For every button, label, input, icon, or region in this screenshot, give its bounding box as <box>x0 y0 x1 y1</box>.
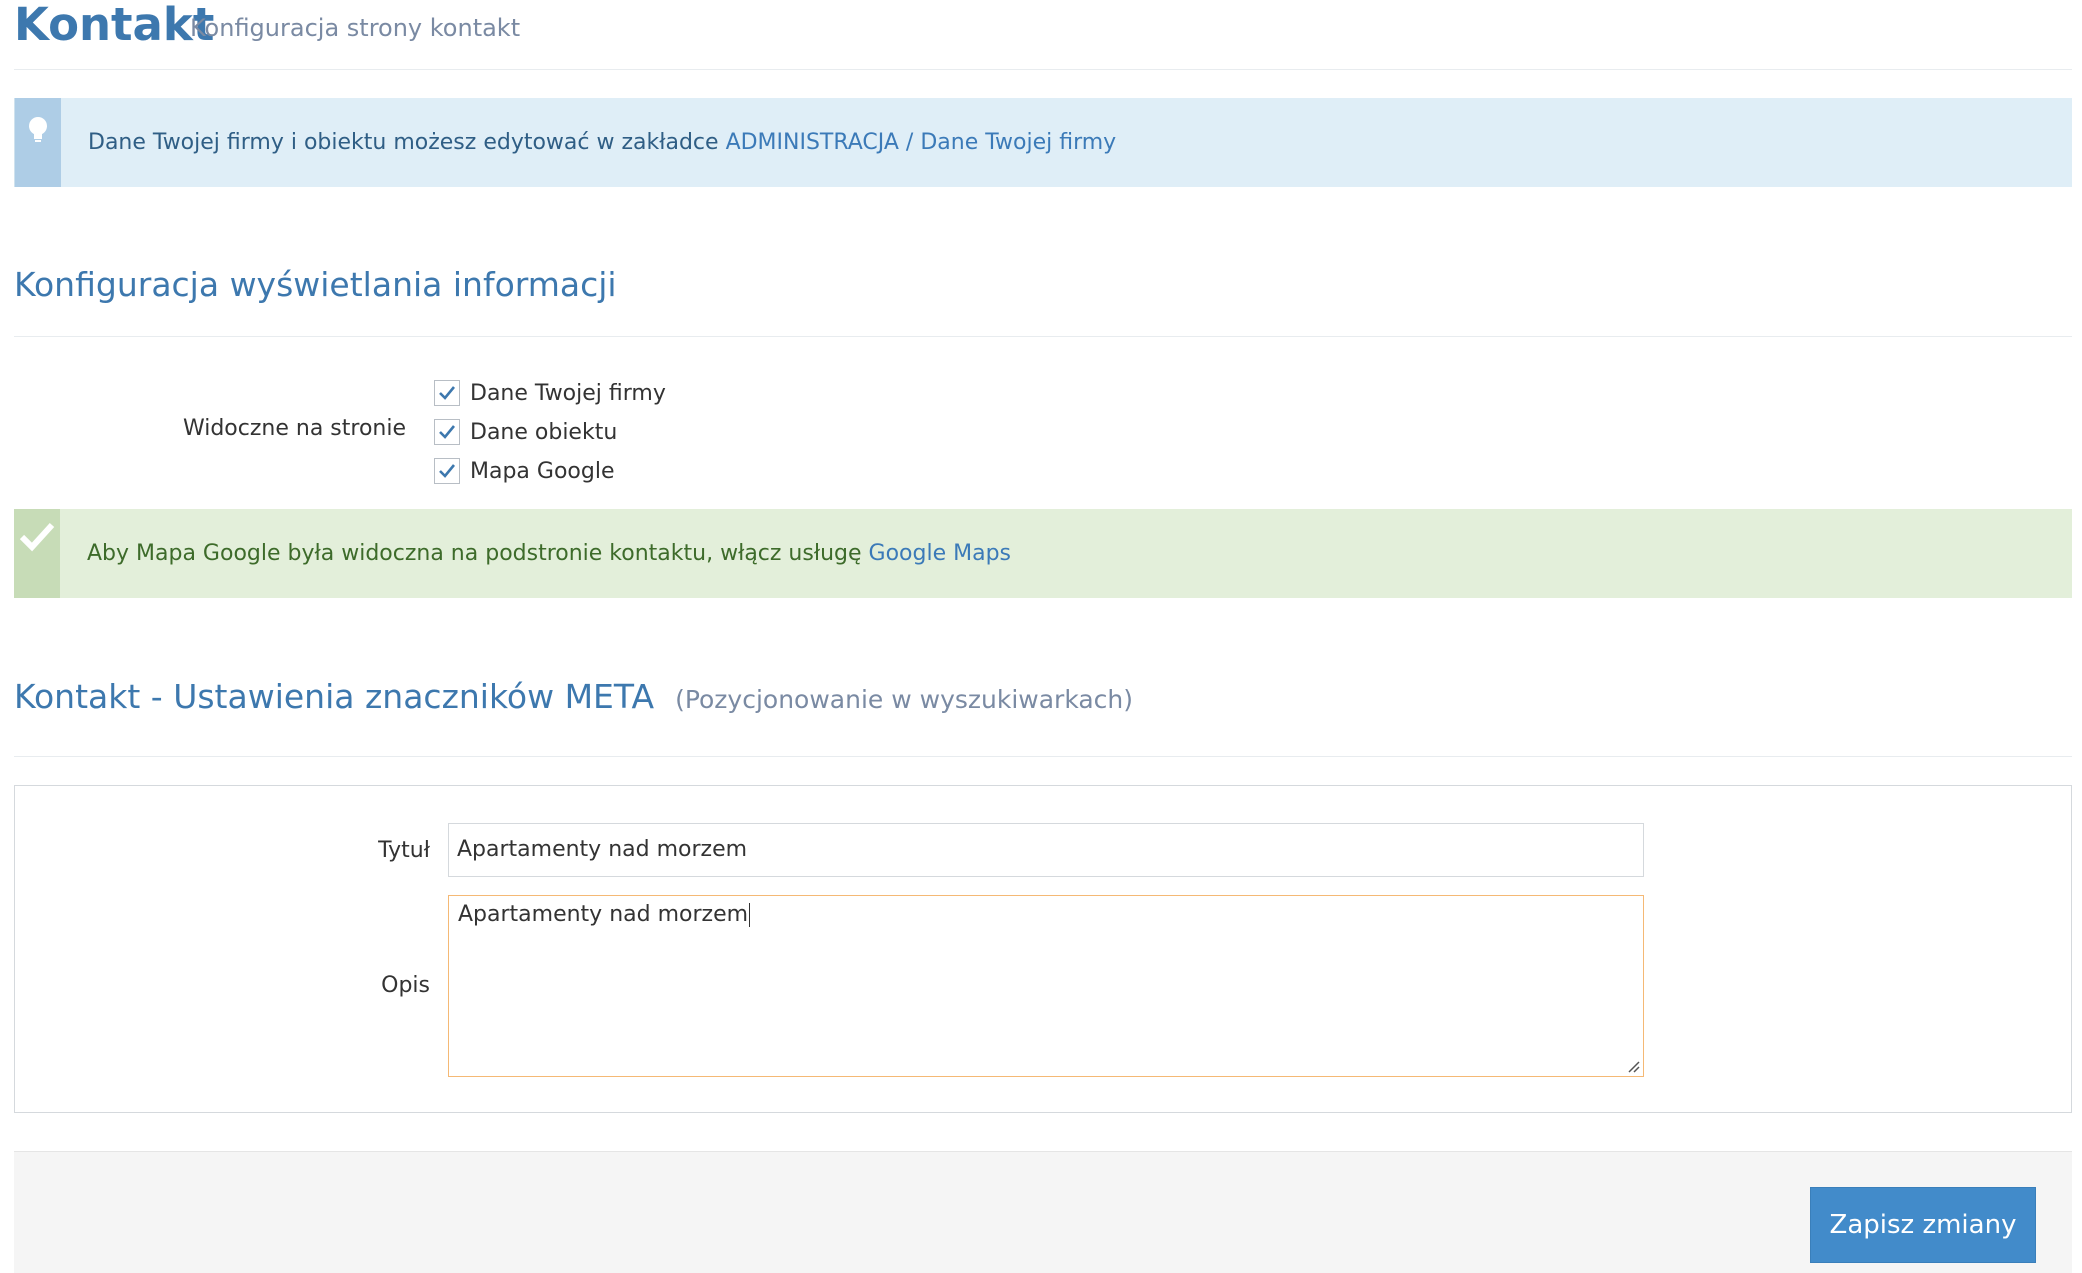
success-alert: Aby Mapa Google była widoczna na podstro… <box>14 509 2072 598</box>
save-button[interactable]: Zapisz zmiany <box>1810 1187 2036 1263</box>
checkbox[interactable] <box>434 419 460 445</box>
page-title: Kontakt <box>14 0 215 51</box>
info-alert-text: Dane Twojej firmy i obiektu możesz edyto… <box>88 98 1116 187</box>
divider <box>14 756 2072 757</box>
section-title-display: Konfiguracja wyświetlania informacji <box>14 265 617 304</box>
alert-icon-bar <box>14 509 60 598</box>
checkbox-label: Dane Twojej firmy <box>470 380 666 406</box>
google-maps-link[interactable]: Google Maps <box>869 541 1011 566</box>
resize-grip-icon[interactable] <box>1626 1059 1640 1073</box>
checkbox[interactable] <box>434 458 460 484</box>
check-icon <box>439 386 456 400</box>
meta-section-subtitle: (Pozycjonowanie w wyszukiwarkach) <box>675 685 1134 714</box>
lightbulb-icon <box>29 117 47 142</box>
success-alert-text: Aby Mapa Google była widoczna na podstro… <box>87 509 1011 598</box>
info-alert: Dane Twojej firmy i obiektu możesz edyto… <box>14 98 2072 187</box>
description-textarea[interactable]: Apartamenty nad morzem <box>448 895 1644 1077</box>
checkbox-company-data[interactable]: Dane Twojej firmy <box>434 378 666 408</box>
divider <box>14 336 2072 337</box>
success-alert-message: Aby Mapa Google była widoczna na podstro… <box>87 541 869 566</box>
title-input[interactable]: Apartamenty nad morzem <box>448 823 1644 877</box>
description-text: Apartamenty nad morzem <box>458 902 749 927</box>
checkbox-property-data[interactable]: Dane obiektu <box>434 417 617 447</box>
check-icon <box>439 425 456 439</box>
checkbox-label: Dane obiektu <box>470 419 618 445</box>
checkbox[interactable] <box>434 380 460 406</box>
alert-icon-bar <box>15 98 61 187</box>
checkbox-label: Mapa Google <box>470 458 615 484</box>
title-label: Tytuł <box>378 838 430 863</box>
check-icon <box>19 522 55 552</box>
administration-link[interactable]: ADMINISTRACJA / Dane Twojej firmy <box>726 130 1117 155</box>
section-title-meta: Kontakt - Ustawienia znaczników META (Po… <box>14 677 1133 716</box>
page-subtitle: Konfiguracja strony kontakt <box>190 14 521 42</box>
info-alert-message: Dane Twojej firmy i obiektu możesz edyto… <box>88 130 726 155</box>
meta-section-title: Kontakt - Ustawienia znaczników META <box>14 677 655 716</box>
description-label: Opis <box>381 973 430 998</box>
text-caret <box>749 903 751 927</box>
check-icon <box>439 464 456 478</box>
checkbox-google-map[interactable]: Mapa Google <box>434 456 614 486</box>
divider <box>14 69 2072 70</box>
visible-on-page-label: Widoczne na stronie <box>182 416 406 441</box>
form-footer <box>14 1151 2072 1273</box>
